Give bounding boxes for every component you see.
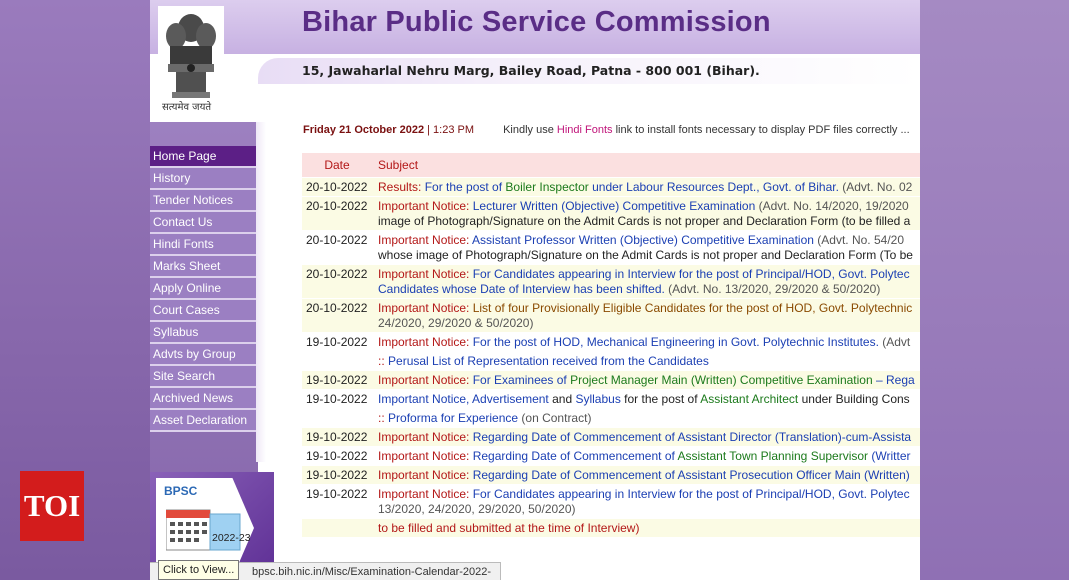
column-header-subject: Subject (372, 153, 920, 177)
sidebar-item-archived-news[interactable]: Archived News (150, 388, 256, 410)
notice-link[interactable]: under Labour Resources Dept., Govt. of B… (589, 180, 839, 194)
tooltip: Click to View... (158, 560, 240, 580)
sidebar-item-tender-notices[interactable]: Tender Notices (150, 190, 256, 212)
dateline: Friday 21 October 2022 | 1:23 PM Kindly … (303, 124, 910, 136)
status-url: bpsc.bih.nic.in/Misc/Examination-Calenda… (252, 566, 492, 578)
sidebar-item-asset-declaration[interactable]: Asset Declaration (150, 410, 256, 432)
sidebar-item-advts-by-group[interactable]: Advts by Group (150, 344, 256, 366)
table-row: 19-10-2022 Important Notice: For the pos… (302, 333, 920, 351)
sidebar-item-contact-us[interactable]: Contact Us (150, 212, 256, 234)
sidebar-item-site-search[interactable]: Site Search (150, 366, 256, 388)
notice-link[interactable]: Regarding Date of Commencement of (473, 449, 678, 463)
table-row: to be filled and submitted at the time o… (302, 519, 920, 537)
notice-link[interactable]: For the post of (425, 180, 506, 194)
page: Bihar Public Service Commission 15, Jawa… (150, 0, 920, 580)
calendar-year: 2022-23 (212, 532, 251, 544)
emblem-motto: सत्यमेव जयते (162, 102, 212, 113)
notice-link[interactable]: Perusal List of Representation received … (388, 354, 709, 368)
notice-link[interactable]: – Rega (873, 373, 915, 387)
notices-table: Date Subject 20-10-2022 Results: For the… (302, 152, 920, 538)
table-row: 20-10-2022 Important Notice: List of fou… (302, 299, 920, 332)
column-header-date: Date (302, 153, 372, 177)
notice-link[interactable]: For Examinees of (473, 373, 570, 387)
notice-link[interactable]: For the post of HOD, Mechanical Engineer… (473, 335, 879, 349)
table-row: 19-10-2022 Important Notice: For Examine… (302, 371, 920, 389)
address-text: 15, Jawaharlal Nehru Marg, Bailey Road, … (302, 63, 760, 78)
notice-link[interactable]: (Writter (868, 449, 910, 463)
table-row: 20-10-2022 Important Notice: Lecturer Wr… (302, 197, 920, 230)
table-row: 19-10-2022 Important Notice, Advertiseme… (302, 390, 920, 408)
notice-link[interactable]: Syllabus (575, 392, 620, 406)
calendar-banner-label: BPSC (164, 484, 198, 498)
calendar-icon (166, 509, 241, 551)
sidebar-item-syllabus[interactable]: Syllabus (150, 322, 256, 344)
current-date: Friday 21 October 2022 (303, 124, 425, 136)
notice-link[interactable]: Regarding Date of Commencement of Assist… (473, 430, 911, 444)
notice-link[interactable]: Assistant Professor Written (Objective) … (472, 233, 814, 247)
table-row: 19-10-2022 Important Notice: Regarding D… (302, 447, 920, 465)
notice-link[interactable]: Lecturer Written (Objective) Competitive… (473, 199, 756, 213)
table-row: :: Perusal List of Representation receiv… (302, 352, 920, 370)
sidebar-item-court-cases[interactable]: Court Cases (150, 300, 256, 322)
notice-link[interactable]: Regarding Date of Commencement of Assist… (473, 468, 910, 482)
toi-watermark-logo: TOI (20, 471, 84, 541)
table-row: 19-10-2022 Important Notice: Regarding D… (302, 466, 920, 484)
notice-link[interactable]: For Candidates appearing in Interview fo… (473, 267, 910, 281)
sidebar-item-hindi-fonts[interactable]: Hindi Fonts (150, 234, 256, 256)
sidebar-strip (256, 122, 266, 462)
right-background (920, 0, 1069, 580)
sidebar-item-marks-sheet[interactable]: Marks Sheet (150, 256, 256, 278)
table-row: :: Proforma for Experience (on Contract) (302, 409, 920, 427)
sidebar-nav: Home Page History Tender Notices Contact… (150, 146, 256, 432)
notice-link[interactable]: Important Notice (378, 392, 466, 406)
notice-link[interactable]: Candidates whose Date of Interview has b… (378, 282, 665, 296)
table-row: 19-10-2022 Important Notice: Regarding D… (302, 428, 920, 446)
national-emblem-icon (158, 6, 224, 112)
notice-link[interactable]: For Candidates appearing in Interview fo… (473, 487, 910, 501)
notice-link[interactable]: List of four Provisionally Eligible Cand… (473, 301, 913, 315)
notice-link[interactable]: Proforma for Experience (388, 411, 518, 425)
notice-link[interactable]: , Advertisement (466, 392, 549, 406)
sidebar-item-apply-online[interactable]: Apply Online (150, 278, 256, 300)
page-title: Bihar Public Service Commission (302, 6, 771, 38)
table-row: 20-10-2022 Important Notice: For Candida… (302, 265, 920, 298)
sidebar-item-history[interactable]: History (150, 168, 256, 190)
table-row: 20-10-2022 Results: For the post of Boil… (302, 178, 920, 196)
table-row: 19-10-2022 Important Notice: For Candida… (302, 485, 920, 518)
current-time: 1:23 PM (433, 124, 475, 136)
hindi-fonts-link[interactable]: Hindi Fonts (557, 124, 613, 136)
table-row: 20-10-2022 Important Notice: Assistant P… (302, 231, 920, 264)
date-separator: | (427, 124, 430, 136)
font-hint: Kindly use Hindi Fonts link to install f… (503, 124, 910, 136)
sidebar-item-home-page[interactable]: Home Page (150, 146, 256, 168)
